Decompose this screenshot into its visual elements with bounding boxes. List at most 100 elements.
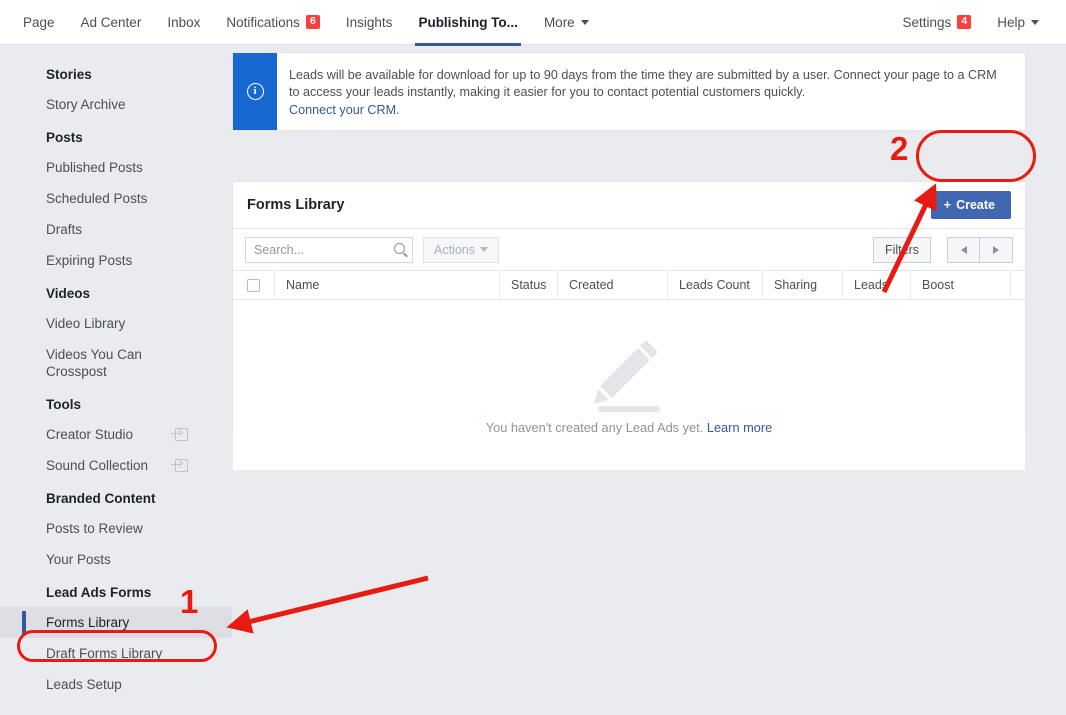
filters-label: Filters	[884, 242, 919, 257]
sidebar-item-label: Your Posts	[46, 552, 111, 567]
settings-badge: 4	[957, 15, 972, 29]
chevron-down-icon	[580, 19, 589, 25]
chevron-left-icon	[960, 245, 967, 254]
create-button-label: Create	[956, 198, 995, 212]
panel-header: Forms Library + Create	[233, 182, 1025, 229]
info-icon: i	[246, 83, 264, 100]
top-nav-right-group: Settings 4 Help	[889, 0, 1066, 45]
select-all-checkbox[interactable]	[247, 278, 260, 292]
select-all-cell[interactable]	[233, 270, 275, 300]
connect-crm-link[interactable]: Connect your CRM.	[289, 103, 1009, 117]
actions-dropdown[interactable]: Actions	[423, 236, 499, 263]
column-header-name[interactable]: Name	[275, 270, 500, 300]
sidebar-item-label: Posts to Review	[46, 521, 143, 536]
empty-state: You haven't created any Lead Ads yet. Le…	[233, 300, 1025, 470]
column-header-sharing[interactable]: Sharing	[763, 270, 843, 300]
column-header-leads-count[interactable]: Leads Count	[668, 270, 763, 300]
pencil-icon	[592, 336, 666, 416]
search-input[interactable]	[246, 238, 380, 261]
chevron-down-icon	[480, 247, 488, 252]
empty-state-message: You haven't created any Lead Ads yet.	[485, 419, 704, 435]
actions-label: Actions	[434, 242, 475, 257]
open-in-new-window-icon	[171, 428, 188, 441]
annotation-highlight-create-button	[916, 130, 1036, 182]
nav-label: Page	[23, 14, 55, 30]
leads-info-banner: i Leads will be available for download f…	[232, 52, 1026, 131]
search-box[interactable]	[245, 236, 413, 263]
sidebar-item-expiring-posts[interactable]: Expiring Posts	[0, 245, 232, 276]
sidebar-item-label: Scheduled Posts	[46, 191, 148, 206]
sidebar-item-scheduled-posts[interactable]: Scheduled Posts	[0, 183, 232, 214]
sidebar-group-title: Stories	[46, 67, 92, 82]
sidebar-item-label: Leads Setup	[46, 677, 122, 692]
sidebar-group-title: Posts	[46, 130, 83, 145]
nav-item-notifications[interactable]: Notifications 6	[213, 0, 333, 45]
nav-item-insights[interactable]: Insights	[333, 0, 406, 45]
sidebar-item-label: Drafts	[46, 222, 83, 237]
sidebar-item-label: Sound Collection	[46, 458, 149, 473]
column-header-leads[interactable]: Leads	[843, 270, 911, 300]
info-banner-strip: i	[233, 53, 277, 130]
nav-label: More	[543, 14, 575, 30]
top-nav-left-group: Page Ad Center Inbox Notifications 6 Ins…	[0, 0, 602, 46]
sidebar-item-label: Expiring Posts	[46, 253, 133, 268]
sidebar-item-sound-collection[interactable]: Sound Collection	[0, 450, 232, 481]
sidebar-group-title: Branded Content	[46, 491, 156, 506]
nav-item-inbox[interactable]: Inbox	[154, 0, 213, 45]
sidebar-item-story-archive[interactable]: Story Archive	[0, 89, 232, 120]
sidebar-item-videos-you-can-crosspost[interactable]: Videos You Can Crosspost	[0, 339, 232, 387]
sidebar-item-leads-setup[interactable]: Leads Setup	[0, 669, 232, 700]
next-page-button[interactable]	[980, 236, 1013, 263]
nav-label: Publishing To...	[418, 14, 518, 30]
annotation-highlight-forms-library	[17, 630, 217, 662]
learn-more-link[interactable]: Learn more	[707, 420, 772, 435]
sidebar-item-label: Published Posts	[46, 160, 143, 175]
sidebar-item-your-posts[interactable]: Your Posts	[0, 544, 232, 575]
table-header-row: Name Status Created Leads Count Sharing Leads…	[233, 270, 1025, 300]
page-title: Forms Library	[247, 197, 345, 213]
sidebar-group-title: Tools	[46, 397, 81, 412]
annotation-label-1: 1	[180, 583, 199, 620]
top-navigation-bar: Page Ad Center Inbox Notifications 6 Ins…	[0, 0, 1066, 46]
nav-item-ad-center[interactable]: Ad Center	[68, 0, 155, 45]
empty-state-text: You haven't created any Lead Ads yet. Le…	[486, 420, 773, 435]
info-banner-body: Leads will be available for download for…	[277, 53, 1025, 130]
nav-item-help[interactable]: Help	[984, 0, 1052, 45]
sidebar-group-title: Videos	[46, 286, 91, 301]
sidebar-item-label: Story Archive	[46, 97, 126, 112]
notifications-badge: 6	[305, 15, 320, 29]
column-header-created[interactable]: Created	[558, 270, 668, 300]
nav-item-page[interactable]: Page	[10, 0, 68, 45]
app-root: Page Ad Center Inbox Notifications 6 Ins…	[0, 0, 1066, 715]
chevron-down-icon	[1031, 19, 1039, 25]
column-header-boost[interactable]: Boost	[911, 270, 1011, 300]
sidebar-item-label: Forms Library	[46, 615, 130, 630]
forms-library-panel: Forms Library + Create Actions Filters	[232, 181, 1026, 470]
sidebar-item-label: Video Library	[46, 316, 126, 331]
column-header-status[interactable]: Status	[500, 270, 558, 300]
plus-icon: +	[943, 198, 952, 212]
pagination-controls	[947, 236, 1013, 263]
nav-label: Inbox	[167, 14, 201, 30]
sidebar-item-posts-to-review[interactable]: Posts to Review	[0, 513, 232, 544]
panel-toolbar: Actions Filters	[233, 229, 1025, 270]
nav-item-publishing-tools[interactable]: Publishing To...	[405, 0, 531, 46]
search-icon	[394, 242, 405, 254]
create-button[interactable]: + Create	[930, 191, 1011, 219]
open-in-new-window-icon	[171, 459, 188, 472]
toolbar-right-group: Filters	[872, 236, 1013, 263]
sidebar-item-creator-studio[interactable]: Creator Studio	[0, 419, 232, 450]
sidebar-item-label: Creator Studio	[46, 427, 134, 442]
previous-page-button[interactable]	[947, 236, 980, 263]
filters-button[interactable]: Filters	[872, 236, 931, 263]
sidebar-item-label: Videos You Can Crosspost	[46, 347, 142, 379]
sidebar-item-video-library[interactable]: Video Library	[0, 308, 232, 339]
annotation-label-2: 2	[890, 130, 909, 167]
nav-label: Insights	[345, 14, 393, 30]
nav-item-settings[interactable]: Settings 4	[889, 0, 984, 45]
nav-item-more[interactable]: More	[531, 0, 602, 45]
info-banner-text: Leads will be available for download for…	[289, 68, 997, 99]
sidebar-item-drafts[interactable]: Drafts	[0, 214, 232, 245]
nav-label: Ad Center	[80, 14, 142, 30]
sidebar-item-published-posts[interactable]: Published Posts	[0, 152, 232, 183]
